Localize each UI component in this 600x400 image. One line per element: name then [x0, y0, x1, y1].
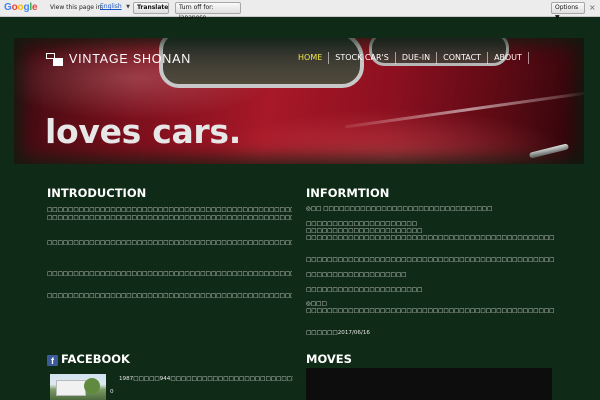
facebook-post-text[interactable]: 1987□□□□□944□□□□□□□□□□□□□□□□□□□□□□□1980□…	[119, 376, 293, 400]
nav-contact[interactable]: CONTACT	[437, 52, 489, 64]
language-value: English	[100, 3, 122, 10]
introduction-paragraph-2: □□□□□□□□□□□□□□□□□□□□□□□□□□□□□□□□□□□□□□□□…	[47, 240, 292, 246]
info-line-9: □□□□□□□□□□□□□□□□□□□□□□□□□□□□□□□□□□□□□□□□…	[306, 308, 554, 314]
translate-button[interactable]: Translate	[133, 2, 169, 14]
facebook-title-text: FACEBOOK	[61, 352, 130, 366]
close-icon[interactable]: ×	[589, 3, 596, 12]
logo-text: VINTAGE SHONAN	[69, 52, 192, 66]
facebook-icon: f	[47, 355, 58, 366]
info-line-4: □□□□□□□□□□□□□□□□□□□□□□□□□□□□□□□□□□□□□□□□…	[306, 235, 554, 241]
nav-due-in[interactable]: DUE-IN	[396, 52, 438, 64]
site-logo[interactable]: VINTAGE SHONAN	[46, 51, 216, 67]
introduction-title: INTRODUCTION	[47, 186, 147, 200]
nav-stock-cars[interactable]: STOCK CAR'S	[329, 52, 396, 64]
nav-home[interactable]: HOME	[292, 52, 330, 64]
translate-prompt: View this page in:	[50, 4, 104, 11]
facebook-post-marker: 0	[110, 389, 114, 395]
hero-tagline: loves cars.	[45, 112, 241, 151]
main-nav: HOME STOCK CAR'S DUE-IN CONTACT ABOUT	[292, 50, 529, 66]
language-select[interactable]: English ▼	[100, 3, 130, 13]
info-line-6: □□□□□□□□□□□□□□□□□□□	[306, 272, 407, 278]
info-date: □□□□□□2017/06/16	[306, 330, 370, 336]
facebook-post-image[interactable]	[50, 374, 106, 400]
facebook-title: f FACEBOOK	[47, 352, 130, 366]
information-title: INFORMTION	[306, 186, 390, 200]
introduction-paragraph-1: □□□□□□□□□□□□□□□□□□□□□□□□□□□□□□□□□□□□□□□□…	[47, 207, 292, 221]
moves-title: MOVES	[306, 352, 352, 366]
nav-about[interactable]: ABOUT	[488, 52, 529, 64]
translate-bar: Google View this page in: English ▼ Tran…	[0, 0, 600, 21]
introduction-paragraph-3: □□□□□□□□□□□□□□□□□□□□□□□□□□□□□□□□□□□□□□□□…	[47, 271, 292, 277]
logo-icon	[46, 52, 63, 66]
turn-off-button[interactable]: Turn off for: Japanese	[175, 2, 241, 21]
info-line-7: □□□□□□□□□□□□□□□□□□□□□□	[306, 287, 423, 293]
chevron-down-icon: ▼	[126, 4, 130, 10]
google-logo: Google	[4, 2, 38, 13]
info-line-1: ◎□□ □□□□□□□□□□□□□□□□□□□□□□□□□□□□□□□□	[306, 206, 493, 212]
options-button[interactable]: Options ▼	[551, 2, 585, 21]
moves-video-player[interactable]	[306, 368, 552, 400]
introduction-paragraph-4: □□□□□□□□□□□□□□□□□□□□□□□□□□□□□□□□□□□□□□□□…	[47, 293, 292, 299]
info-line-5: □□□□□□□□□□□□□□□□□□□□□□□□□□□□□□□□□□□□□□□□…	[306, 257, 554, 263]
